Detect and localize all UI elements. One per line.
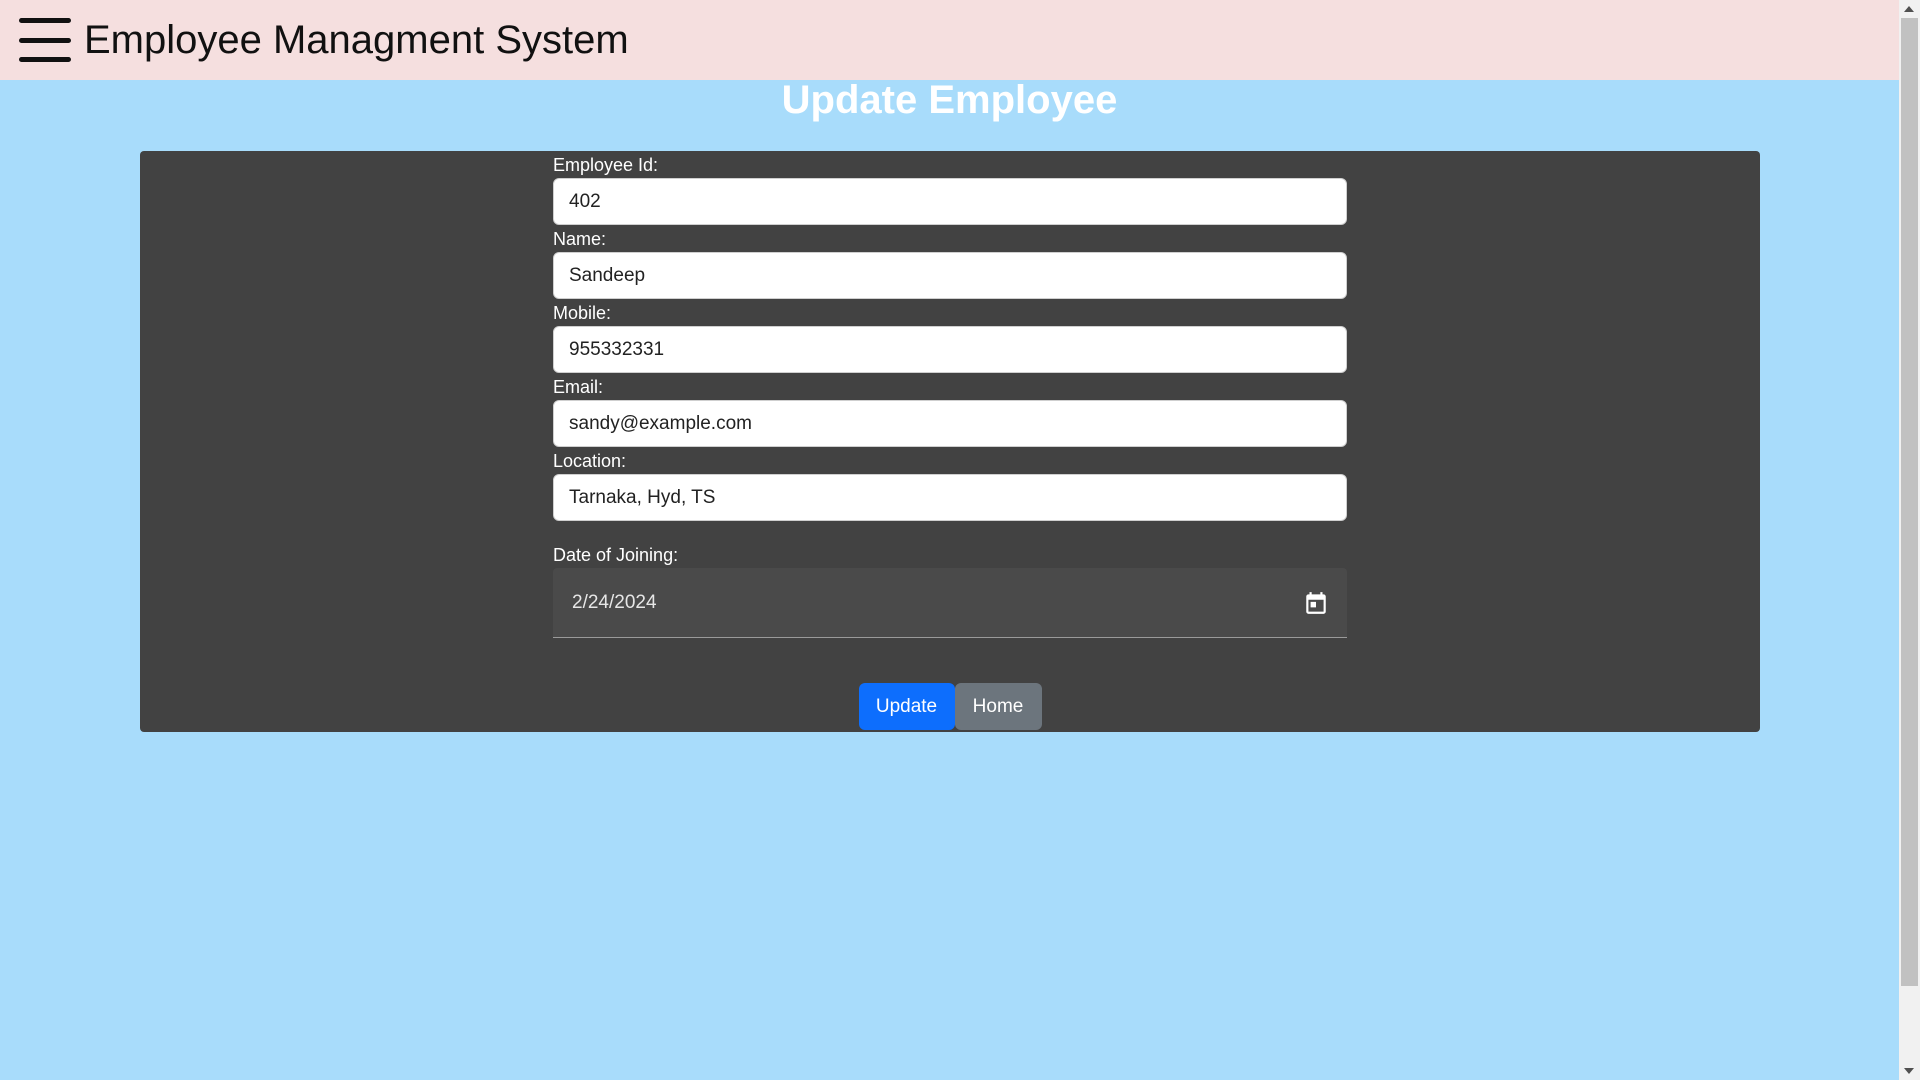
mobile-label: Mobile: [553,303,612,323]
name-field: Name: [553,227,1347,299]
app-title: Employee Managment System [84,17,629,62]
form-actions: Update Home [140,683,1760,730]
name-label: Name: [553,229,607,249]
page-heading: Update Employee [781,78,1118,122]
mobile-field: Mobile: [553,301,1347,373]
form-fields: Employee Id: Name: Mobile: Email: Locati… [553,151,1347,638]
email-field: Email: [553,375,1347,447]
date-of-joining-input[interactable]: 2/24/2024 [553,568,1347,638]
email-label: Email: [553,377,604,397]
hamburger-bar [19,18,71,23]
location-label: Location: [553,451,627,471]
name-input[interactable] [553,252,1347,299]
home-button[interactable]: Home [954,683,1042,730]
scrollbar-thumb[interactable] [1901,18,1918,986]
date-of-joining-label: Date of Joining: [553,545,679,565]
scroll-up-arrow-icon[interactable] [1904,6,1914,12]
hamburger-bar [19,57,71,62]
email-input[interactable] [553,400,1347,447]
location-field: Location: [553,449,1347,521]
top-navbar: Employee Managment System [0,0,1899,80]
calendar-icon[interactable] [1303,590,1329,616]
vertical-scrollbar[interactable] [1899,0,1920,1080]
employee-id-label: Employee Id: [553,155,659,175]
mobile-input[interactable] [553,326,1347,373]
employee-id-field: Employee Id: [553,153,1347,225]
date-of-joining-field: Date of Joining: 2/24/2024 [553,543,1347,638]
hamburger-bar [19,37,71,43]
hamburger-menu-icon[interactable] [19,18,71,62]
update-button[interactable]: Update [858,683,955,730]
date-of-joining-value: 2/24/2024 [572,591,657,613]
location-input[interactable] [553,474,1347,521]
employee-id-input[interactable] [553,178,1347,225]
update-employee-form: Employee Id: Name: Mobile: Email: Locati… [140,151,1760,732]
scroll-down-arrow-icon[interactable] [1904,1068,1914,1074]
